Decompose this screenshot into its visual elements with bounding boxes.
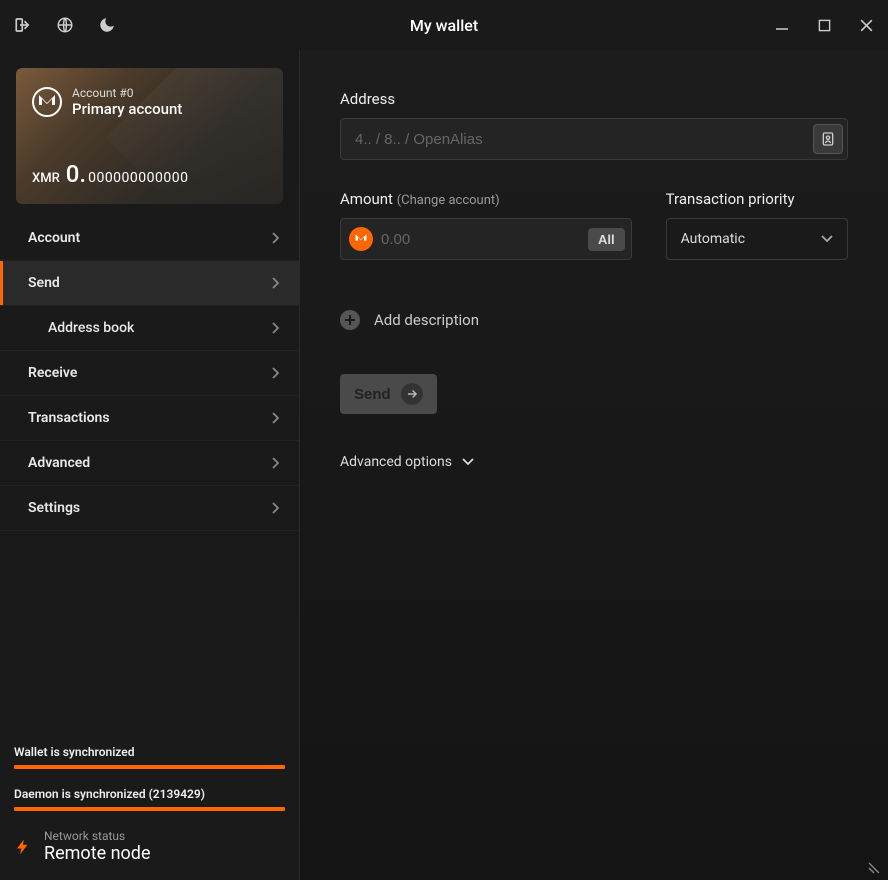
chevron-down-icon	[821, 235, 833, 243]
maximize-button[interactable]	[814, 15, 834, 35]
titlebar: My wallet	[0, 0, 888, 50]
change-account-link[interactable]: (Change account)	[397, 193, 500, 208]
nav-label: Advanced	[28, 455, 90, 471]
advanced-options-toggle[interactable]: Advanced options	[340, 454, 848, 470]
nav-receive[interactable]: Receive	[0, 351, 299, 396]
priority-select[interactable]: Automatic	[666, 218, 848, 260]
network-status-value: Remote node	[44, 843, 151, 864]
nav-advanced[interactable]: Advanced	[0, 441, 299, 486]
daemon-sync-progress	[14, 807, 285, 811]
chevron-down-icon	[462, 458, 474, 466]
monero-icon	[32, 87, 62, 117]
sidebar: Account #0 Primary account XMR 0. 000000…	[0, 50, 300, 880]
chevron-right-icon	[271, 277, 279, 289]
send-panel: Address Amount (Change account) All	[300, 50, 888, 880]
nav: Account Send Address book Receive	[0, 216, 299, 531]
add-description[interactable]: Add description	[340, 310, 848, 330]
logout-icon[interactable]	[12, 14, 34, 36]
account-card[interactable]: Account #0 Primary account XMR 0. 000000…	[16, 68, 283, 204]
moon-icon[interactable]	[96, 14, 118, 36]
wallet-sync-progress	[14, 765, 285, 769]
all-button[interactable]: All	[588, 228, 625, 251]
chevron-right-icon	[271, 232, 279, 244]
balance: XMR 0. 000000000000	[32, 160, 189, 188]
chevron-right-icon	[271, 502, 279, 514]
resize-handle-icon[interactable]	[868, 860, 882, 874]
monero-icon	[349, 227, 373, 251]
daemon-sync-label: Daemon is synchronized (2139429)	[14, 787, 285, 801]
address-book-button[interactable]	[813, 124, 843, 154]
close-button[interactable]	[856, 15, 876, 35]
address-input[interactable]	[355, 131, 813, 148]
network-status-label: Network status	[44, 829, 151, 843]
amount-label: Amount (Change account)	[340, 190, 632, 208]
priority-value: Automatic	[681, 231, 745, 247]
account-name: Primary account	[72, 100, 182, 118]
send-button[interactable]: Send	[340, 374, 437, 414]
amount-input[interactable]	[381, 231, 580, 248]
nav-account[interactable]: Account	[0, 216, 299, 261]
chevron-right-icon	[271, 457, 279, 469]
wallet-sync-label: Wallet is synchronized	[14, 745, 285, 759]
nav-label: Address book	[48, 320, 134, 336]
account-number: Account #0	[72, 86, 182, 100]
chevron-right-icon	[271, 412, 279, 424]
nav-transactions[interactable]: Transactions	[0, 396, 299, 441]
window-title: My wallet	[410, 16, 478, 35]
arrow-right-icon	[401, 383, 423, 405]
nav-label: Send	[28, 275, 60, 291]
nav-label: Account	[28, 230, 80, 246]
nav-label: Settings	[28, 500, 80, 516]
chevron-right-icon	[271, 367, 279, 379]
amount-input-row: All	[340, 218, 632, 260]
chevron-right-icon	[271, 322, 279, 334]
address-label: Address	[340, 90, 848, 108]
priority-label: Transaction priority	[666, 190, 848, 208]
minimize-button[interactable]	[772, 15, 792, 35]
sidebar-status: Wallet is synchronized Daemon is synchro…	[0, 731, 299, 880]
bolt-icon	[14, 833, 32, 861]
nav-settings[interactable]: Settings	[0, 486, 299, 531]
nav-address-book[interactable]: Address book	[0, 306, 299, 351]
nav-label: Receive	[28, 365, 77, 381]
add-description-label: Add description	[374, 311, 479, 329]
network-status[interactable]: Network status Remote node	[14, 829, 285, 864]
plus-icon	[340, 310, 360, 330]
nav-label: Transactions	[28, 410, 110, 426]
globe-icon[interactable]	[54, 14, 76, 36]
nav-send[interactable]: Send	[0, 261, 299, 306]
address-input-row	[340, 118, 848, 160]
